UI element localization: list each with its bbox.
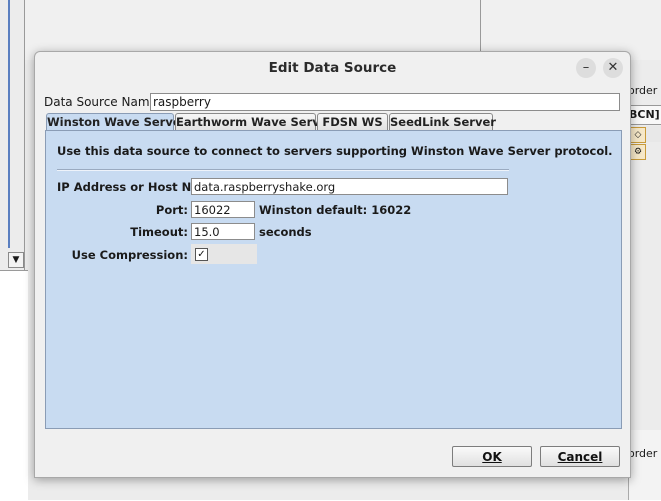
compression-checkbox[interactable]: ✓ [195,248,208,261]
winston-settings-panel: Use this data source to connect to serve… [45,130,622,429]
background-tool-icon[interactable]: ⚙ [630,144,646,160]
background-channel-fragment: BCN] [628,105,661,125]
tab-earthworm-wave-server[interactable]: Earthworm Wave Server [175,113,333,130]
edit-data-source-dialog: Edit Data Source – ✕ Data Source Name: r… [34,51,631,478]
dialog-titlebar[interactable]: Edit Data Source – ✕ [35,52,630,84]
data-source-name-label: Data Source Name: [44,95,161,109]
timeout-input[interactable]: 15.0 [191,223,255,240]
timeout-label: Timeout: [130,225,188,239]
port-default-hint: Winston default: 16022 [259,203,412,217]
panel-description: Use this data source to connect to serve… [57,144,613,158]
port-label: Port: [155,203,188,217]
background-panel-lower-right [628,430,661,500]
port-input[interactable]: 16022 [191,201,255,218]
tab-seedlink-server[interactable]: SeedLink Server [389,113,496,130]
background-tool-icon[interactable]: ◇ [630,127,646,143]
background-text-fragment-bottom: order d [628,447,661,460]
minimize-icon[interactable]: – [576,58,596,78]
panel-separator [57,169,509,171]
compression-cell: ✓ [191,244,257,264]
background-dropdown-arrow-icon[interactable]: ▼ [8,252,24,268]
tab-fdsn-ws[interactable]: FDSN WS [317,113,388,130]
background-scrollbar[interactable] [8,0,10,248]
background-white-area [0,270,28,501]
ok-button[interactable]: OK [452,446,532,467]
close-icon[interactable]: ✕ [603,58,623,78]
timeout-unit: seconds [259,225,312,239]
data-source-name-input[interactable]: raspberry [150,93,620,111]
background-text-fragment: order d [628,84,661,97]
cancel-button[interactable]: Cancel [540,446,620,467]
host-input[interactable]: data.raspberryshake.org [191,178,508,195]
tab-winston-wave-server[interactable]: Winston Wave Server [46,113,186,131]
host-label: IP Address or Host Name: [57,180,224,194]
compression-label: Use Compression: [71,248,188,262]
background-toolbar-icons: ◇⚙ [628,126,661,160]
dialog-title: Edit Data Source [268,60,397,76]
